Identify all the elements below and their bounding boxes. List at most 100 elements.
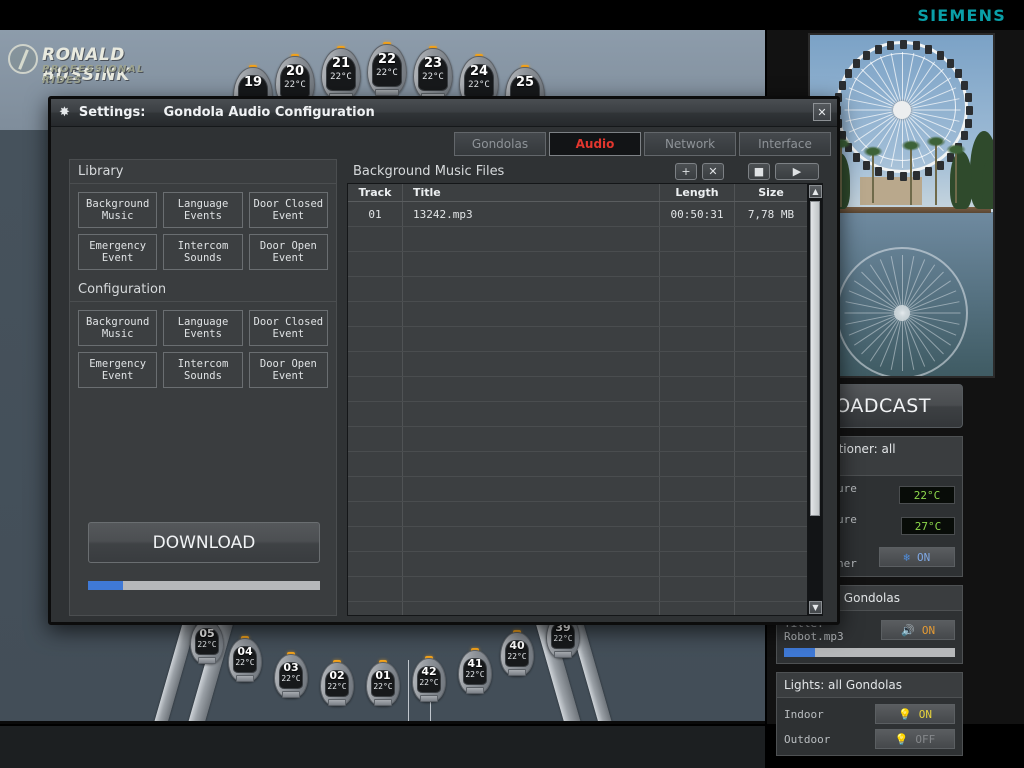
library-button-emergency[interactable]: EmergencyEvent xyxy=(78,234,157,270)
play-button[interactable]: ▶ xyxy=(775,163,819,180)
cell-track xyxy=(348,302,403,326)
table-row-empty[interactable] xyxy=(348,227,807,252)
table-row-empty[interactable] xyxy=(348,477,807,502)
table-row-empty[interactable] xyxy=(348,502,807,527)
configuration-button-door-open[interactable]: Door OpenEvent xyxy=(249,352,328,388)
table-row-empty[interactable] xyxy=(348,277,807,302)
gondola-base xyxy=(198,657,216,664)
photo-cabin xyxy=(853,153,860,162)
button-label-line1: Intercom xyxy=(178,358,229,370)
photo-cabin xyxy=(875,45,882,54)
gondola-number: 23 xyxy=(413,57,453,71)
gondola-base xyxy=(466,687,484,694)
configuration-button-door-closed[interactable]: Door ClosedEvent xyxy=(249,310,328,346)
remove-file-button[interactable]: ✕ xyxy=(702,163,724,180)
tab-audio[interactable]: Audio xyxy=(549,132,641,156)
cell-length xyxy=(660,602,735,615)
file-table: Track Title Length Size 0113242.mp300:50… xyxy=(347,183,823,616)
table-row-empty[interactable] xyxy=(348,327,807,352)
cell-size xyxy=(735,577,807,601)
column-header-size: Size xyxy=(735,184,807,201)
audio-toggle-button[interactable]: 🔊 ON xyxy=(881,620,955,640)
cell-track xyxy=(348,502,403,526)
gondola-temp: 22°C xyxy=(459,80,499,90)
gondola-23[interactable]: 2322°C xyxy=(413,48,453,100)
gondola-03[interactable]: 0322°C xyxy=(274,654,308,698)
download-progress-bar xyxy=(88,581,320,590)
tab-interface[interactable]: Interface xyxy=(739,132,831,156)
table-row-empty[interactable] xyxy=(348,427,807,452)
configuration-button-emergency[interactable]: EmergencyEvent xyxy=(78,352,157,388)
cell-track xyxy=(348,577,403,601)
table-row-empty[interactable] xyxy=(348,402,807,427)
cell-size xyxy=(735,602,807,615)
cell-track xyxy=(348,552,403,576)
cell-size xyxy=(735,327,807,351)
stop-button[interactable]: ■ xyxy=(748,163,770,180)
table-row-empty[interactable] xyxy=(348,577,807,602)
cell-title xyxy=(403,602,660,615)
button-label-line1: Emergency xyxy=(89,240,146,252)
gondola-05[interactable]: 0522°C xyxy=(190,620,224,664)
cell-title xyxy=(403,527,660,551)
lights-indoor-toggle[interactable]: 💡 ON xyxy=(875,704,955,724)
gondola-temp: 22°C xyxy=(458,670,492,680)
table-row-empty[interactable] xyxy=(348,352,807,377)
library-button-door-open[interactable]: Door OpenEvent xyxy=(249,234,328,270)
gondola-02[interactable]: 0222°C xyxy=(320,662,354,706)
library-button-background[interactable]: BackgroundMusic xyxy=(78,192,157,228)
scroll-up-arrow-icon[interactable]: ▲ xyxy=(809,185,822,198)
gondola-temp: 22°C xyxy=(190,640,224,650)
add-file-button[interactable]: + xyxy=(675,163,697,180)
audio-volume-bar[interactable] xyxy=(784,648,955,657)
gondola-number: 41 xyxy=(458,657,492,671)
configuration-button-intercom[interactable]: IntercomSounds xyxy=(163,352,242,388)
aircon-toggle-button[interactable]: ❄ ON xyxy=(879,547,955,567)
gondola-42[interactable]: 4222°C xyxy=(412,658,446,702)
button-label-line2: Sounds xyxy=(184,252,222,264)
snowflake-icon: ❄ xyxy=(903,552,910,563)
lights-panel-body: Indoor 💡 ON Outdoor 💡 OFF xyxy=(777,698,962,755)
gondola-41[interactable]: 4122°C xyxy=(458,650,492,694)
gondola-base xyxy=(554,651,572,658)
configuration-button-background[interactable]: BackgroundMusic xyxy=(78,310,157,346)
tab-network[interactable]: Network xyxy=(644,132,736,156)
cell-title xyxy=(403,577,660,601)
table-row-empty[interactable] xyxy=(348,302,807,327)
close-icon[interactable]: ✕ xyxy=(813,103,831,121)
gondola-01[interactable]: 0122°C xyxy=(366,662,400,706)
file-list-scrollbar[interactable]: ▲ ▼ xyxy=(807,184,822,615)
table-row[interactable]: 0113242.mp300:50:317,78 MB xyxy=(348,202,807,227)
download-progress-fill xyxy=(88,581,123,590)
library-button-door-closed[interactable]: Door ClosedEvent xyxy=(249,192,328,228)
scroll-down-arrow-icon[interactable]: ▼ xyxy=(809,601,822,614)
download-button[interactable]: DOWNLOAD xyxy=(88,522,320,563)
button-label-line2: Event xyxy=(273,210,305,222)
library-button-intercom[interactable]: IntercomSounds xyxy=(163,234,242,270)
photo-cabin xyxy=(839,81,846,90)
gondola-number: 42 xyxy=(412,665,446,679)
table-row-empty[interactable] xyxy=(348,552,807,577)
library-button-language[interactable]: LanguageEvents xyxy=(163,192,242,228)
gondola-22[interactable]: 2222°C xyxy=(367,44,407,96)
table-row-empty[interactable] xyxy=(348,602,807,615)
photo-cabin xyxy=(961,81,968,90)
gondola-temp: 22°C xyxy=(367,68,407,78)
configuration-button-language[interactable]: LanguageEvents xyxy=(163,310,242,346)
lights-outdoor-toggle[interactable]: 💡 OFF xyxy=(875,729,955,749)
table-row-empty[interactable] xyxy=(348,377,807,402)
scrollbar-thumb[interactable] xyxy=(810,201,820,516)
gondola-04[interactable]: 0422°C xyxy=(228,638,262,682)
gondola-21[interactable]: 2122°C xyxy=(321,48,361,100)
cell-size xyxy=(735,527,807,551)
button-label-line1: Door Closed xyxy=(254,198,324,210)
table-row-empty[interactable] xyxy=(348,452,807,477)
file-table-main: Track Title Length Size 0113242.mp300:50… xyxy=(348,184,807,615)
table-row-empty[interactable] xyxy=(348,527,807,552)
tab-gondolas[interactable]: Gondolas xyxy=(454,132,546,156)
cell-size xyxy=(735,427,807,451)
button-label-line1: Language xyxy=(178,316,229,328)
table-row-empty[interactable] xyxy=(348,252,807,277)
photo-cabin xyxy=(925,167,932,176)
gondola-40[interactable]: 4022°C xyxy=(500,632,534,676)
